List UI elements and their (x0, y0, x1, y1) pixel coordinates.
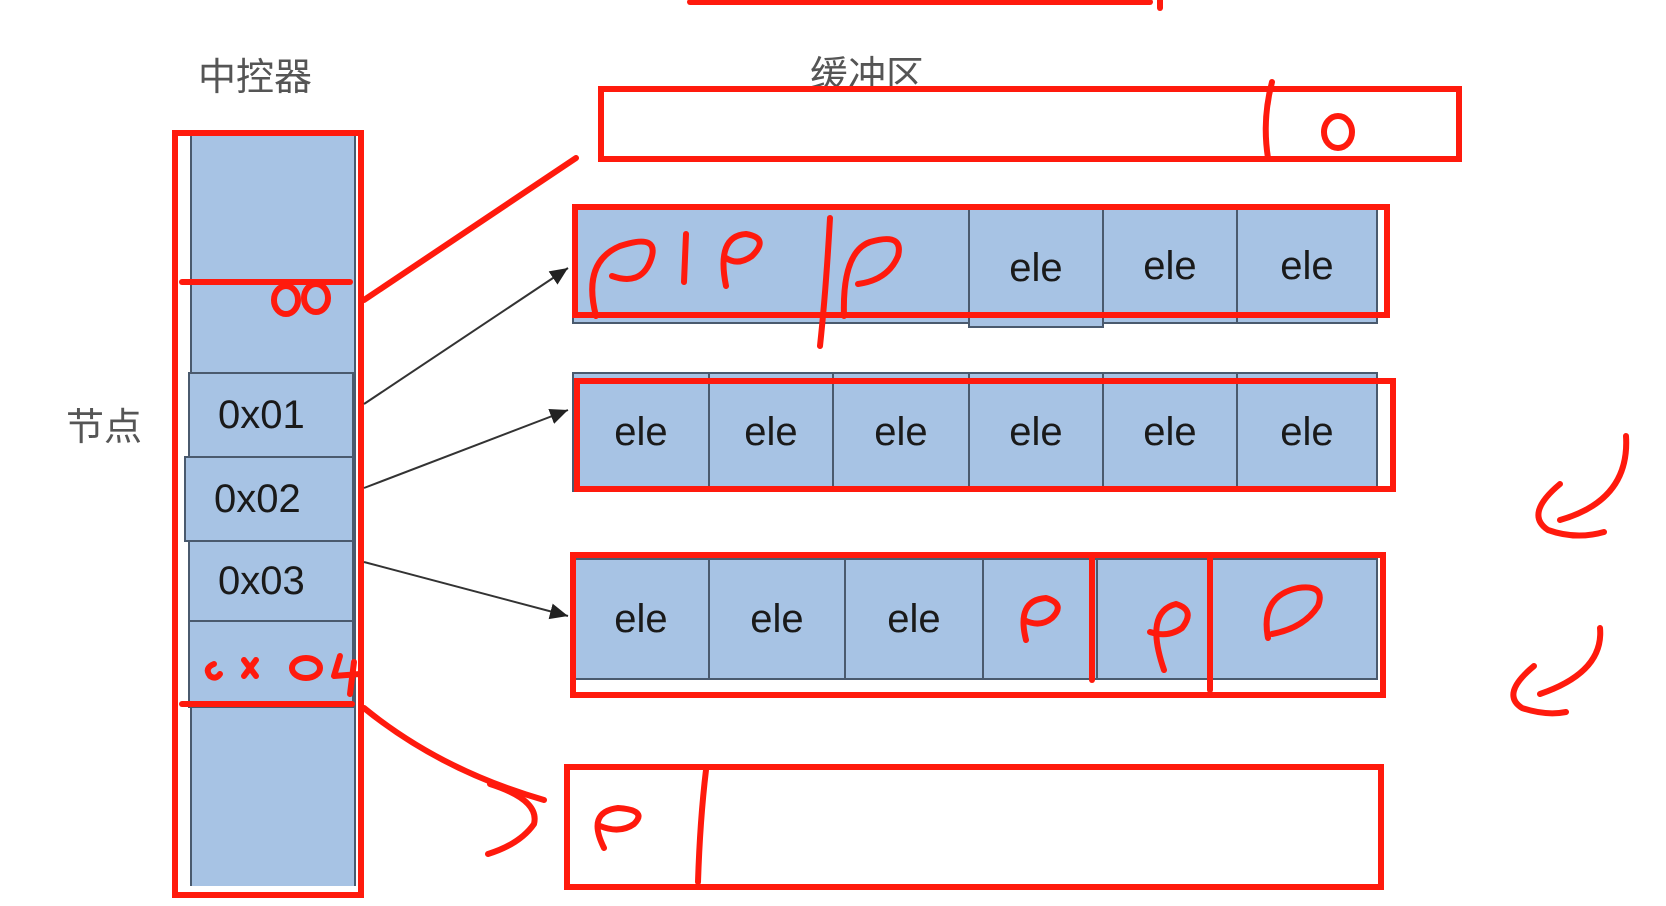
handwritten-stroke (681, 231, 689, 285)
red-side-arrow (1537, 625, 1604, 697)
handwritten-e (1147, 601, 1191, 673)
handwritten-zero (301, 281, 331, 315)
red-side-arrowhead (1535, 481, 1607, 539)
pointer-arrow (363, 267, 569, 405)
red-side-arrow (1557, 433, 1630, 523)
handwritten-e (1020, 595, 1061, 643)
handwritten-e (720, 231, 763, 289)
handwritten-zero (289, 655, 323, 681)
handwritten-c (204, 661, 223, 681)
red-row1-divider (817, 215, 833, 349)
red-diagonal (361, 155, 579, 303)
handwritten-zero (271, 283, 301, 317)
handwritten-4 (331, 653, 363, 697)
handwritten-e (840, 236, 902, 319)
annotation-layer (179, 0, 1630, 885)
red-bottom-divider (695, 767, 709, 885)
handwritten-e (589, 238, 656, 319)
pointer-arrow (363, 408, 569, 489)
red-divider (1262, 79, 1275, 161)
pointer-arrow (363, 561, 569, 620)
red-curve-arrow (361, 705, 547, 803)
handwritten-e (594, 805, 642, 851)
handwritten-o (1321, 113, 1355, 151)
handwritten-e (1263, 584, 1323, 641)
handwritten-x (241, 657, 259, 679)
